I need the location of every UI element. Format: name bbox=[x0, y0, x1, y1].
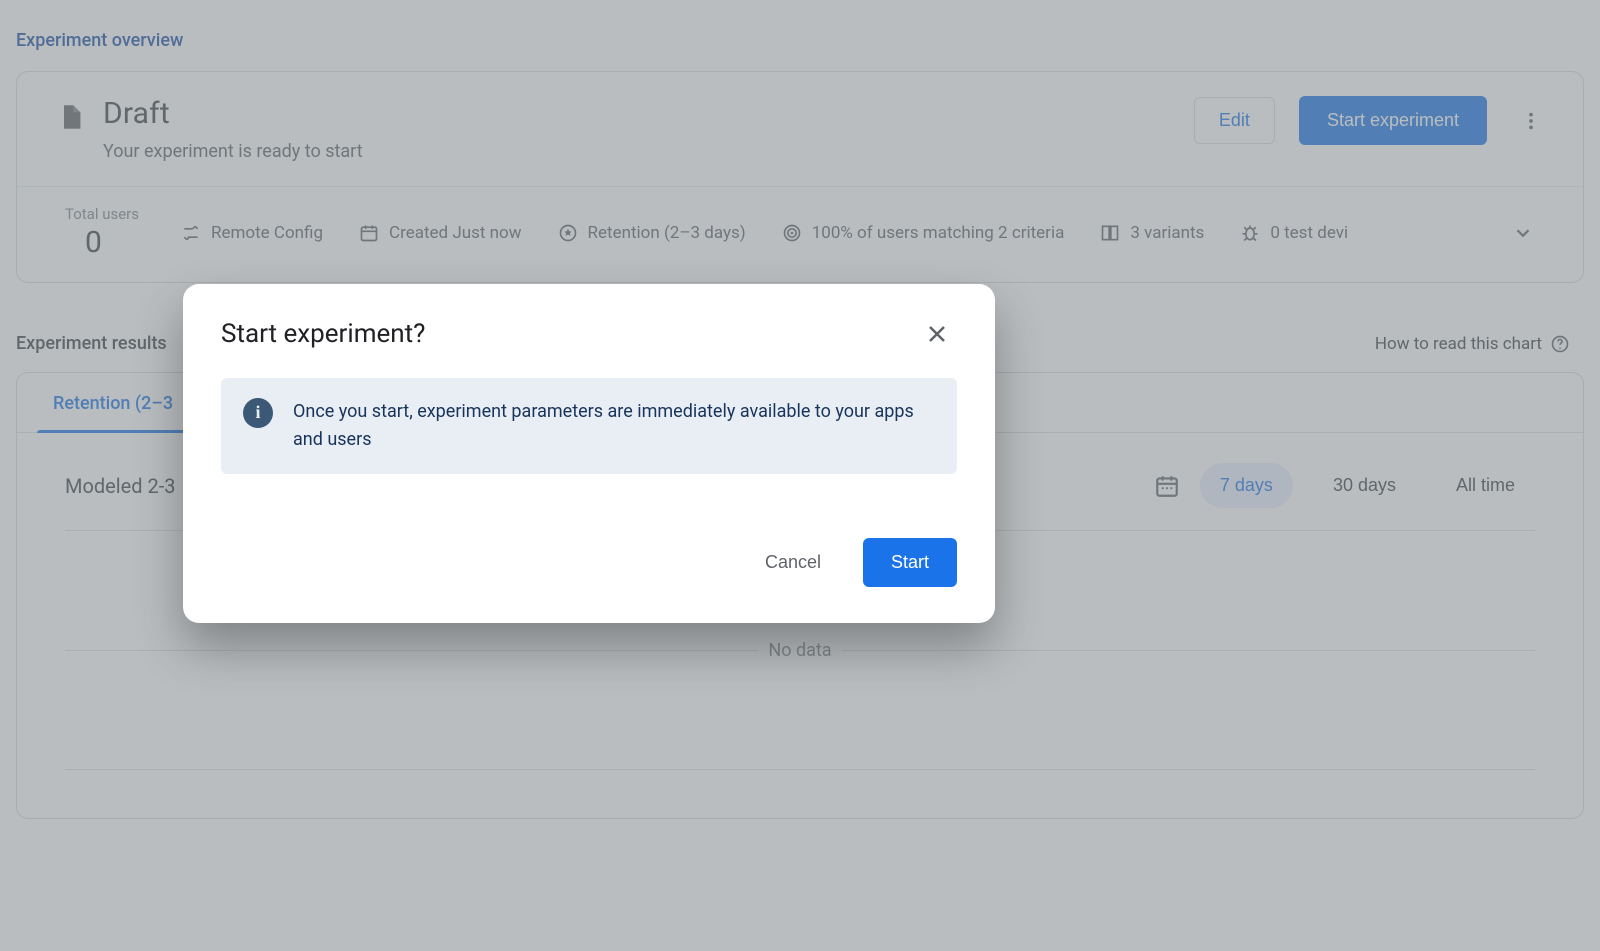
dialog-cancel-button[interactable]: Cancel bbox=[747, 540, 839, 585]
dialog-close-button[interactable] bbox=[917, 314, 957, 354]
dialog-title: Start experiment? bbox=[221, 319, 425, 349]
dialog-note-text: Once you start, experiment parameters ar… bbox=[293, 398, 935, 454]
dialog-start-button[interactable]: Start bbox=[863, 538, 957, 587]
close-icon bbox=[925, 322, 949, 346]
start-experiment-dialog: Start experiment? i Once you start, expe… bbox=[183, 284, 995, 623]
info-icon: i bbox=[243, 398, 273, 428]
dialog-info-note: i Once you start, experiment parameters … bbox=[221, 378, 957, 474]
